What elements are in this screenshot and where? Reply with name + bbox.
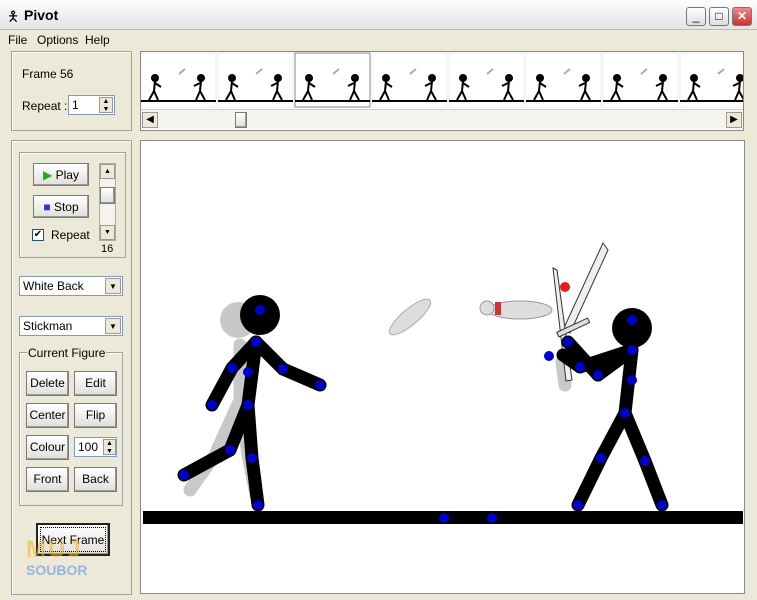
joint-handle[interactable]: [253, 500, 263, 510]
window-title: Pivot: [24, 7, 59, 23]
figure-select[interactable]: Stickman ▼: [19, 316, 123, 336]
watermark-text: SOUBOR: [26, 562, 88, 578]
joint-handle[interactable]: [627, 375, 637, 385]
delete-button[interactable]: Delete: [26, 371, 69, 396]
opacity-spinner[interactable]: ▲ ▼: [103, 439, 116, 455]
edit-button[interactable]: Edit: [74, 371, 117, 396]
joint-handle[interactable]: [278, 364, 288, 374]
playback-group: ▶ Play ■ Stop ✔ Repeat ▲ ▼ 16: [19, 152, 126, 258]
frame-thumbnail[interactable]: [602, 52, 679, 108]
frame-thumbnail[interactable]: [217, 52, 294, 108]
frame-thumbnail[interactable]: [294, 52, 371, 108]
joint-handle[interactable]: [179, 470, 189, 480]
play-icon: ▶: [43, 168, 53, 182]
frame-thumbnail[interactable]: [679, 52, 743, 108]
frame-thumbnails[interactable]: [141, 52, 743, 108]
menu-bar: File Options Help: [0, 30, 757, 48]
frame-scroll-thumb[interactable]: [235, 112, 247, 128]
center-button[interactable]: Center: [26, 403, 69, 428]
joint-handle[interactable]: [487, 513, 497, 523]
joint-handle[interactable]: [627, 345, 637, 355]
joint-handle[interactable]: [207, 400, 217, 410]
figure-select-value: Stickman: [23, 319, 73, 333]
play-label: Play: [55, 168, 79, 182]
chevron-down-icon[interactable]: ▼: [105, 318, 121, 334]
stop-button[interactable]: ■ Stop: [33, 195, 89, 218]
selected-joint-handle[interactable]: [560, 282, 570, 292]
joint-handle[interactable]: [255, 305, 265, 315]
play-button[interactable]: ▶ Play: [33, 163, 89, 186]
frame-thumbnail[interactable]: [371, 52, 448, 108]
joint-handle[interactable]: [225, 445, 235, 455]
frame-thumbnail[interactable]: [448, 52, 525, 108]
frame-thumbnail[interactable]: [141, 52, 217, 108]
joint-handle[interactable]: [243, 400, 253, 410]
close-icon[interactable]: ✕: [732, 7, 752, 26]
speed-scrollbar[interactable]: ▲ ▼: [99, 163, 116, 241]
menu-options[interactable]: Options: [37, 33, 78, 47]
stage[interactable]: [141, 141, 744, 593]
frame-label: Frame 56: [22, 67, 74, 81]
joint-handle[interactable]: [243, 367, 253, 377]
joint-handle[interactable]: [640, 456, 650, 466]
stop-icon: ■: [43, 200, 51, 214]
menu-help[interactable]: Help: [85, 33, 110, 47]
frame-scrollbar[interactable]: ◀ ▶: [141, 109, 743, 129]
joint-handle[interactable]: [439, 513, 449, 523]
repeat-spinner[interactable]: ▲ ▼: [99, 97, 113, 113]
joint-handle[interactable]: [620, 408, 630, 418]
frame-strip[interactable]: ◀ ▶: [140, 51, 744, 131]
bowling-pin-held: [479, 300, 553, 320]
scroll-up-icon[interactable]: ▲: [100, 164, 115, 179]
chevron-down-icon[interactable]: ▼: [105, 278, 121, 294]
joint-handle[interactable]: [575, 362, 585, 372]
repeat-checkbox[interactable]: ✔: [32, 229, 44, 241]
repeat-check-label: Repeat: [51, 228, 90, 242]
joint-handle[interactable]: [573, 500, 583, 510]
scroll-right-icon[interactable]: ▶: [726, 112, 742, 128]
watermark-logo: MUJ: [26, 536, 83, 563]
menu-file[interactable]: File: [8, 33, 27, 47]
colour-button[interactable]: Colour: [26, 435, 69, 460]
joint-handle[interactable]: [593, 370, 603, 380]
minimize-icon[interactable]: _: [686, 7, 706, 26]
joint-handle[interactable]: [247, 453, 257, 463]
speed-thumb[interactable]: [100, 187, 115, 204]
scroll-left-icon[interactable]: ◀: [142, 112, 158, 128]
current-figure-group: Current Figure Delete Edit Center Flip C…: [19, 346, 123, 506]
background-select[interactable]: White Back ▼: [19, 276, 123, 296]
joint-handle[interactable]: [657, 500, 667, 510]
maximize-icon[interactable]: □: [709, 7, 729, 26]
speed-value: 16: [101, 243, 114, 255]
front-button[interactable]: Front: [26, 467, 69, 492]
joint-handle[interactable]: [596, 453, 606, 463]
repeat-label: Repeat :: [22, 99, 68, 113]
joint-handle[interactable]: [544, 351, 554, 361]
bowling-pin-flying: [388, 298, 432, 336]
joint-handle[interactable]: [563, 337, 573, 347]
scroll-down-icon[interactable]: ▼: [100, 225, 115, 240]
joint-handle[interactable]: [315, 380, 325, 390]
background-select-value: White Back: [23, 279, 84, 293]
frame-thumbnail[interactable]: [525, 52, 602, 108]
joint-handle[interactable]: [227, 363, 237, 373]
flip-button[interactable]: Flip: [74, 403, 117, 428]
animation-canvas[interactable]: [140, 140, 745, 594]
stop-label: Stop: [53, 200, 79, 214]
current-figure-title: Current Figure: [27, 346, 107, 360]
tool-panel: ▶ Play ■ Stop ✔ Repeat ▲ ▼ 16 White Back…: [11, 140, 132, 595]
stick-figure-right: [556, 308, 669, 512]
frame-panel: Frame 56 Repeat : 1 ▲ ▼: [11, 51, 132, 131]
joint-handle[interactable]: [627, 315, 637, 325]
stickman-icon: 🯅: [7, 8, 20, 24]
back-button[interactable]: Back: [74, 467, 117, 492]
title-bar: 🯅 Pivot _ □ ✕: [0, 0, 757, 30]
joint-handle[interactable]: [251, 337, 261, 347]
